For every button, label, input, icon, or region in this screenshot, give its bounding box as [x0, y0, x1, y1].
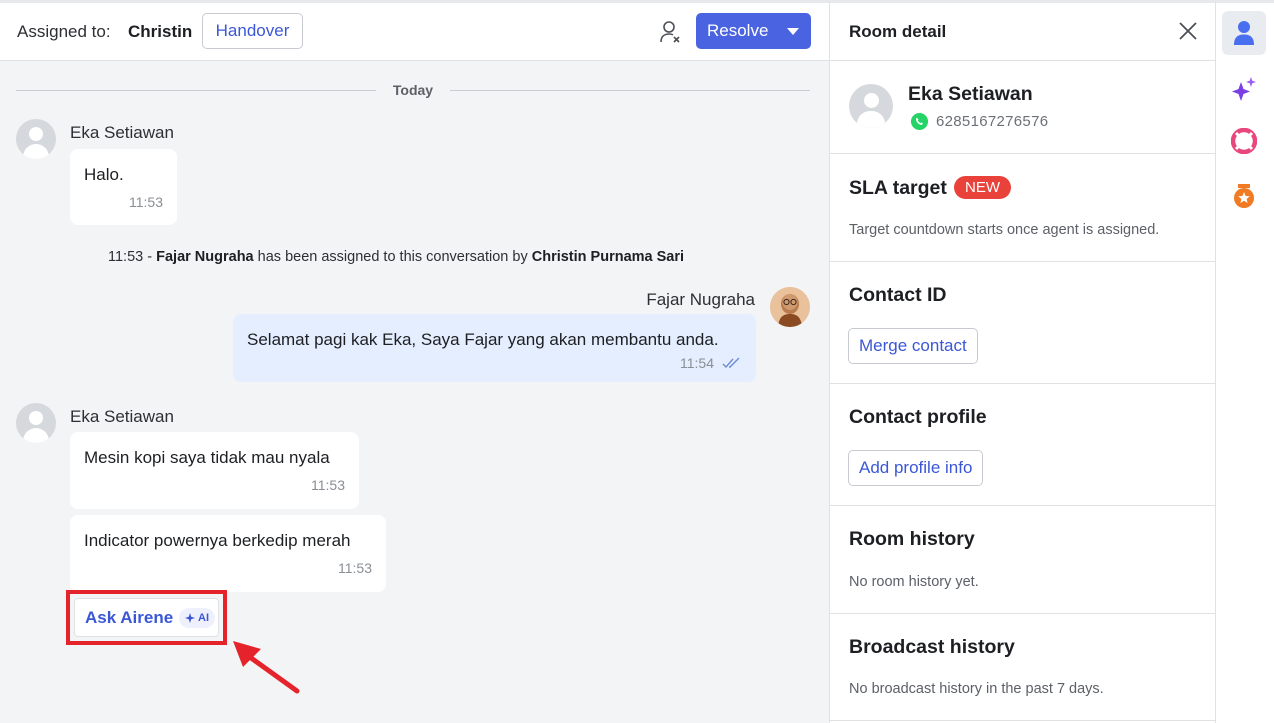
outgoing-message-bubble[interactable]: Selamat pagi kak Eka, Saya Fajar yang ak… — [233, 314, 756, 382]
system-time: 11:53 — [108, 249, 144, 265]
room-history-section: Room history No room history yet. — [830, 506, 1216, 614]
message-time: 11:54 — [680, 355, 714, 371]
sparkle-icon — [1232, 77, 1256, 101]
message-text: Mesin kopi saya tidak mau nyala — [84, 448, 330, 467]
message-time: 11:53 — [129, 194, 163, 210]
sla-title: SLA target — [849, 177, 947, 199]
badge-icon — [1234, 184, 1254, 208]
ai-tab[interactable] — [1222, 67, 1266, 111]
sla-note: Target countdown starts once agent is as… — [849, 222, 1160, 238]
user-icon — [1234, 21, 1254, 45]
customer-avatar — [16, 403, 56, 443]
message-bubble[interactable]: Halo. 11:53 — [70, 149, 177, 225]
contact-profile-title: Contact profile — [849, 406, 987, 428]
sender-name: Eka Setiawan — [70, 123, 174, 142]
contact-phone: 6285167276576 — [936, 113, 1049, 130]
agent-sender-name: Fajar Nugraha — [646, 290, 755, 309]
message-bubble[interactable]: Mesin kopi saya tidak mau nyala 11:53 — [70, 432, 359, 509]
merge-contact-button[interactable]: Merge contact — [848, 328, 978, 364]
user-tab[interactable] — [1222, 11, 1266, 55]
broadcast-history-section: Broadcast history No broadcast history i… — [830, 614, 1216, 721]
assigned-agent-name: Christin — [128, 22, 193, 41]
close-icon[interactable] — [1179, 22, 1197, 40]
ask-airene-button[interactable]: Ask Airene AI — [74, 598, 219, 637]
double-check-icon — [722, 357, 740, 369]
agent-avatar — [770, 287, 810, 327]
message-time: 11:53 — [338, 560, 372, 576]
chat-panel: Assigned to: Christin Handover Resolve T… — [0, 3, 830, 723]
unassign-user-icon[interactable] — [659, 20, 681, 44]
message-time: 11:53 — [311, 477, 345, 493]
system-message: 11:53 - Fajar Nugraha has been assigned … — [108, 249, 684, 265]
room-history-note: No room history yet. — [849, 574, 979, 590]
sender-name: Eka Setiawan — [70, 407, 174, 426]
contact-id-title: Contact ID — [849, 284, 947, 306]
room-history-title: Room history — [849, 528, 975, 550]
ai-badge-label: AI — [198, 612, 209, 624]
contact-id-section: Contact ID Merge contact — [830, 262, 1216, 384]
system-separator: - — [147, 249, 153, 265]
ask-airene-highlight: Ask Airene AI — [66, 590, 227, 645]
resolve-label: Resolve — [707, 21, 769, 40]
lifebuoy-icon — [1231, 128, 1257, 154]
day-divider: Today — [16, 81, 810, 101]
system-text: has been assigned to this conversation b… — [257, 249, 528, 265]
sla-section: SLA target NEW Target countdown starts o… — [830, 154, 1216, 262]
room-detail-panel: Room detail Eka Setiawan 6285167276576 S… — [830, 3, 1216, 723]
room-detail-header: Room detail — [830, 3, 1216, 61]
help-tab[interactable] — [1222, 119, 1266, 163]
ask-airene-label: Ask Airene — [85, 608, 174, 627]
message-text: Halo. — [84, 165, 124, 184]
badge-tab[interactable] — [1222, 173, 1266, 217]
customer-avatar — [16, 119, 56, 159]
handover-button[interactable]: Handover — [202, 13, 303, 49]
resolve-button[interactable]: Resolve — [696, 13, 811, 49]
add-profile-info-button[interactable]: Add profile info — [848, 450, 984, 486]
side-icon-bar — [1216, 3, 1274, 723]
system-agent: Fajar Nugraha — [156, 249, 254, 265]
contact-avatar — [849, 84, 893, 128]
system-assigner: Christin Purnama Sari — [531, 249, 685, 265]
sparkle-icon — [185, 613, 195, 623]
contact-summary: Eka Setiawan 6285167276576 — [830, 61, 1216, 154]
message-text: Indicator powernya berkedip merah — [84, 531, 351, 550]
message-bubble[interactable]: Indicator powernya berkedip merah 11:53 — [70, 515, 386, 592]
assigned-label: Assigned to: — [17, 22, 111, 41]
annotation-arrow-icon — [233, 641, 300, 694]
broadcast-history-title: Broadcast history — [849, 636, 1015, 658]
broadcast-history-note: No broadcast history in the past 7 days. — [849, 681, 1104, 697]
new-badge: NEW — [954, 176, 1011, 199]
room-detail-title: Room detail — [849, 22, 947, 41]
whatsapp-icon — [910, 112, 929, 131]
message-text: Selamat pagi kak Eka, Saya Fajar yang ak… — [247, 330, 719, 349]
contact-profile-section: Contact profile Add profile info — [830, 384, 1216, 506]
divider-line — [16, 90, 376, 91]
ai-badge: AI — [179, 608, 215, 628]
contact-name: Eka Setiawan — [908, 83, 1033, 105]
caret-down-icon[interactable] — [787, 28, 799, 35]
chat-header: Assigned to: Christin Handover Resolve — [0, 3, 829, 61]
divider-line — [450, 90, 810, 91]
day-label: Today — [392, 82, 434, 98]
